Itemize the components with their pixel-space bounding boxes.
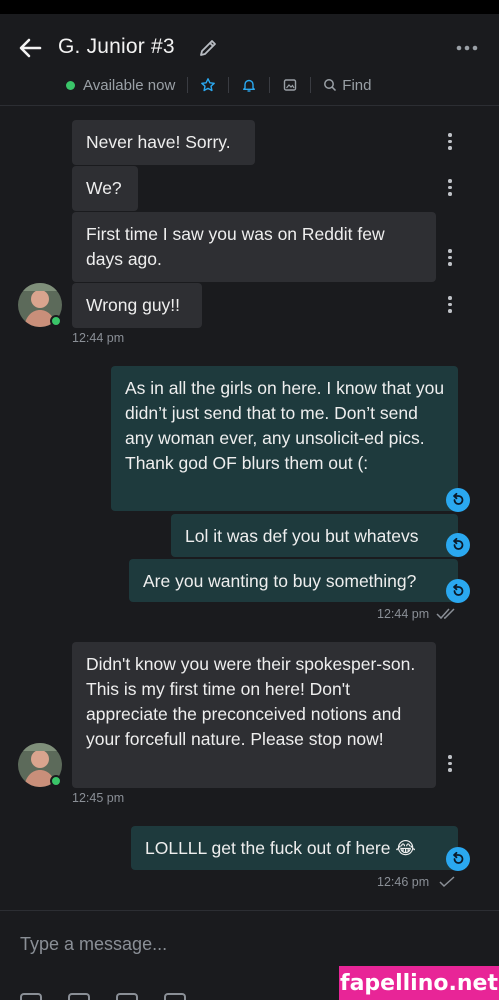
message-input[interactable] — [20, 929, 420, 959]
divider — [228, 77, 230, 93]
message-timestamp: 12:45 pm — [72, 791, 125, 805]
tip-icon[interactable] — [68, 993, 90, 1000]
sent-checkmark-icon — [439, 876, 455, 888]
contact-online-dot — [50, 775, 62, 787]
chat-header: G. Junior #3 Available now Find — [0, 14, 499, 106]
message-timestamp: 12:44 pm — [72, 331, 125, 345]
read-checkmarks-icon — [436, 608, 455, 620]
search-icon — [324, 79, 337, 92]
composer-toolbar — [20, 993, 186, 1000]
bell-icon[interactable] — [241, 77, 257, 93]
incoming-message[interactable]: First time I saw you was on Reddit few d… — [72, 212, 436, 282]
media-icon[interactable] — [116, 993, 138, 1000]
message-options-icon[interactable] — [447, 249, 453, 267]
watermark-logo: fapellino.net — [339, 966, 499, 1000]
message-options-icon[interactable] — [447, 296, 453, 314]
undo-icon[interactable] — [446, 579, 470, 603]
message-options-icon[interactable] — [447, 133, 453, 151]
divider — [187, 77, 189, 93]
edit-pencil-icon[interactable] — [196, 36, 220, 60]
message-timestamp: 12:46 pm — [377, 875, 430, 889]
chat-subbar: Available now Find — [66, 74, 371, 96]
outgoing-message[interactable]: As in all the girls on here. I know that… — [111, 366, 458, 511]
system-status-bar — [0, 0, 499, 14]
find-button[interactable]: Find — [323, 77, 371, 94]
outgoing-message[interactable]: Lol it was def you but whatevs — [171, 514, 458, 557]
more-options-icon[interactable] — [454, 36, 480, 60]
star-icon[interactable] — [200, 77, 216, 93]
attachment-icon[interactable] — [20, 993, 42, 1000]
availability-status: Available now — [83, 76, 176, 94]
incoming-message[interactable]: Wrong guy!! — [72, 283, 202, 328]
undo-icon[interactable] — [446, 488, 470, 512]
schedule-icon[interactable] — [164, 993, 186, 1000]
image-icon[interactable] — [282, 77, 298, 93]
message-options-icon[interactable] — [447, 179, 453, 197]
divider — [310, 77, 312, 93]
incoming-message[interactable]: Never have! Sorry. — [72, 120, 255, 165]
undo-icon[interactable] — [446, 533, 470, 557]
online-status-dot — [66, 80, 75, 90]
outgoing-message[interactable]: Are you wanting to buy something? — [129, 559, 458, 602]
incoming-message[interactable]: Didn't know you were their spokesper-son… — [72, 642, 436, 788]
outgoing-message[interactable]: LOLLLL get the fuck out of here 😂 — [131, 826, 458, 870]
divider — [269, 77, 271, 93]
chat-title[interactable]: G. Junior #3 — [58, 35, 175, 59]
message-timestamp: 12:44 pm — [377, 607, 430, 621]
message-options-icon[interactable] — [447, 755, 453, 773]
find-label: Find — [342, 76, 372, 94]
incoming-message[interactable]: We? — [72, 166, 138, 211]
undo-icon[interactable] — [446, 847, 470, 871]
back-arrow-icon[interactable] — [16, 34, 44, 62]
contact-online-dot — [50, 315, 62, 327]
